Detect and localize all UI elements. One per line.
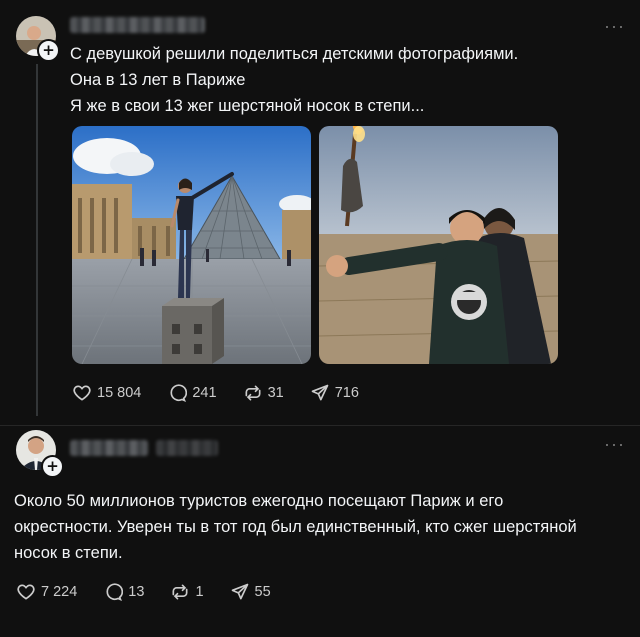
post-2-text: Около 50 миллионов туристов ежегодно пос…: [14, 488, 577, 566]
heart-icon: [17, 584, 35, 600]
share-button[interactable]: 55: [230, 582, 271, 602]
repost-button[interactable]: 1: [170, 582, 204, 602]
like-button[interactable]: 7 224: [16, 582, 77, 602]
post-2-line-2: окрестности. Уверен ты в тот год был еди…: [14, 518, 577, 536]
follow-plus-icon[interactable]: +: [41, 455, 64, 478]
reply-count: 13: [128, 584, 145, 600]
more-options-icon[interactable]: ···: [604, 434, 625, 455]
post-2-line-3: носок в степи.: [14, 544, 123, 562]
comment-icon: [106, 583, 124, 601]
post-2-line-1: Около 50 миллионов туристов ежегодно пос…: [14, 492, 504, 510]
repost-icon: [172, 584, 188, 600]
post-2-actions: 7 224 13 1 55: [16, 582, 297, 602]
post-2: + ··· Около 50 миллионов туристов ежегод…: [0, 0, 640, 637]
share-icon: [231, 583, 248, 600]
username-blurred[interactable]: [70, 440, 148, 456]
username-suffix-blurred: [156, 440, 218, 456]
share-count: 55: [254, 584, 271, 600]
reply-button[interactable]: 13: [103, 582, 144, 602]
repost-count: 1: [195, 584, 204, 600]
like-count: 7 224: [41, 584, 78, 600]
